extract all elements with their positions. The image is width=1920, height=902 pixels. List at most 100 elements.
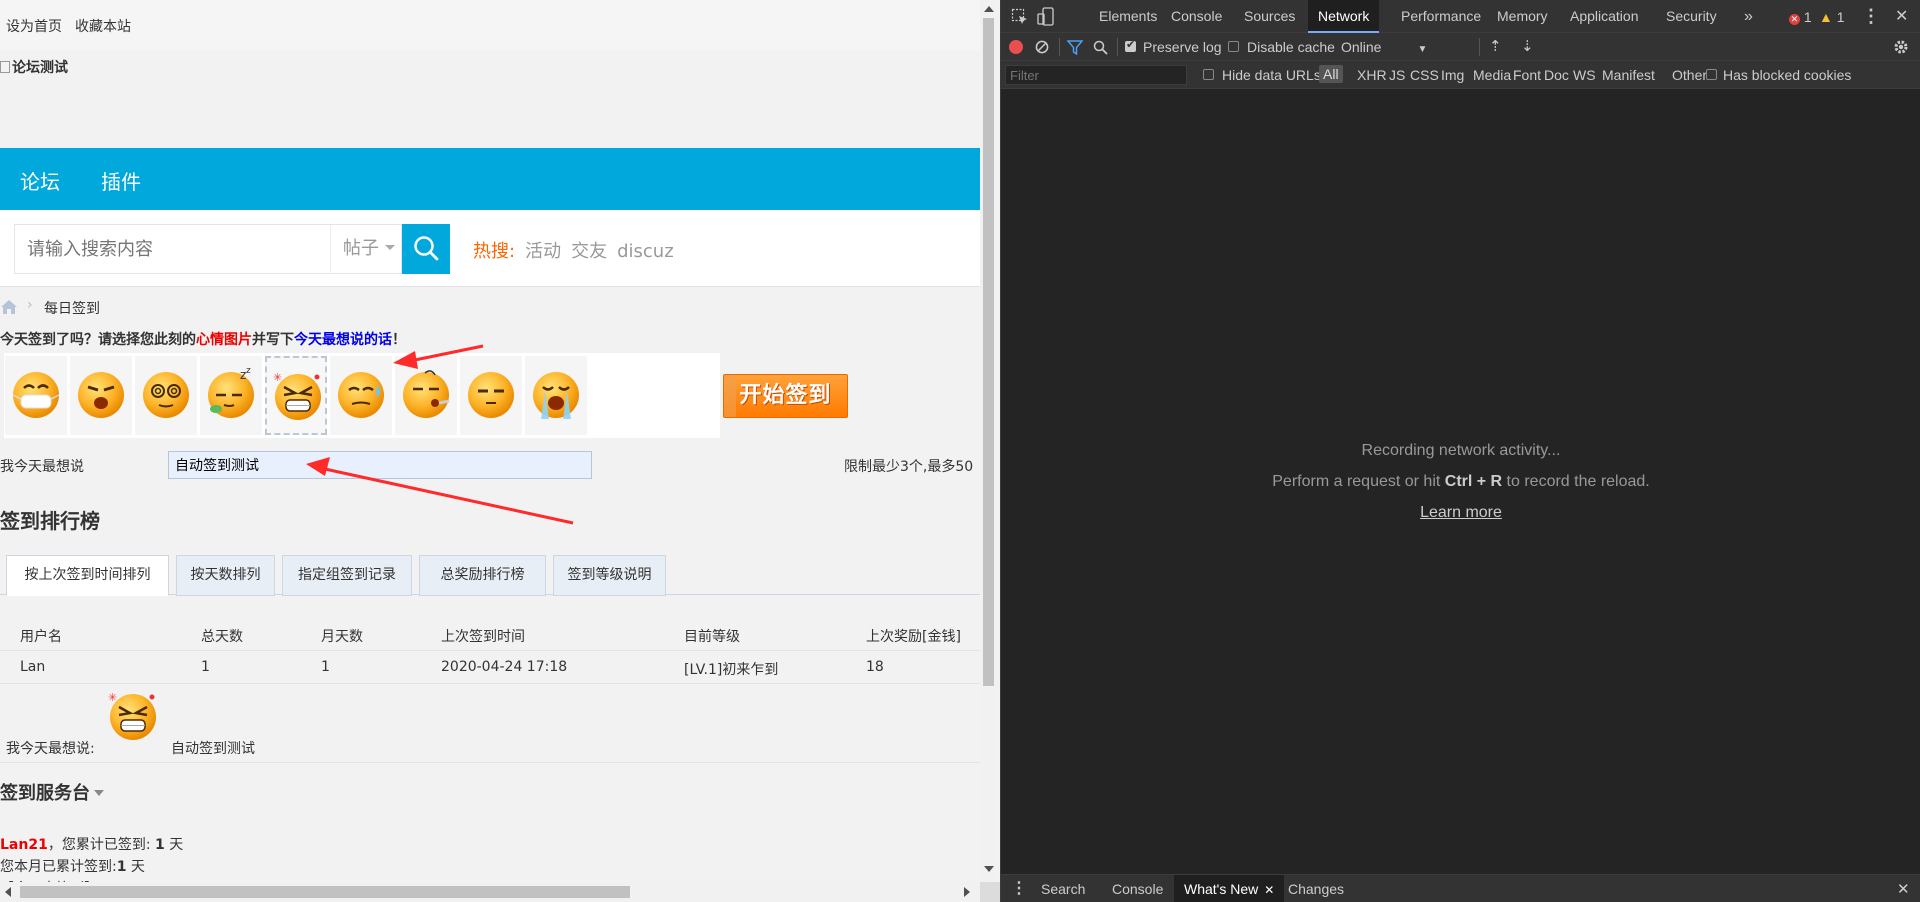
tab-by-days[interactable]: 按天数排列 [176,555,275,596]
mood-option-dizzy[interactable] [135,356,197,435]
devtools-tab-performance[interactable]: Performance [1391,0,1491,33]
service-title[interactable]: 签到服务台 [0,779,104,805]
home-icon[interactable] [0,299,18,315]
drawer-menu-icon[interactable]: ⋮ [1011,878,1027,898]
filter-type-other[interactable]: Other [1672,67,1707,83]
preserve-log-checkbox[interactable] [1125,38,1136,52]
learn-more-link[interactable]: Learn more [1001,504,1920,522]
filter-type-doc[interactable]: Doc [1544,67,1569,83]
site-logo[interactable]: 论坛测试 [0,57,68,77]
search-input[interactable] [14,224,330,274]
gear-icon[interactable] [1893,39,1909,55]
svg-text:✳: ✳ [273,371,282,384]
tab-level-info[interactable]: 签到等级说明 [553,555,666,596]
nav-item-forum[interactable]: 论坛 [20,166,60,195]
horizontal-scrollbar[interactable] [0,882,980,902]
tab-by-last-time[interactable]: 按上次签到时间排列 [6,555,169,596]
cell-username[interactable]: Lan [20,659,45,675]
say-input[interactable] [168,451,592,479]
filter-type-css[interactable]: CSS [1410,67,1439,83]
tab-total-reward[interactable]: 总奖励排行榜 [419,555,546,596]
drawer-tab-search[interactable]: Search [1031,875,1095,902]
export-har-icon[interactable]: ⇣ [1521,37,1534,55]
tired-face-icon [78,372,124,418]
hot-link-discuz[interactable]: discuz [617,241,674,262]
scroll-left-icon[interactable] [5,887,11,897]
filter-icon[interactable] [1067,40,1083,55]
more-tabs-icon[interactable]: » [1738,0,1759,33]
close-icon[interactable]: ✕ [1895,6,1908,26]
filter-type-js[interactable]: JS [1389,67,1405,83]
filter-type-manifest[interactable]: Manifest [1602,67,1655,83]
reload-hint-text: to record the reload. [1502,473,1650,490]
import-har-icon[interactable]: ⇡ [1489,37,1502,55]
mood-option-calm[interactable] [460,356,522,435]
scroll-up-icon[interactable] [984,6,994,12]
mood-option-mask[interactable] [5,356,67,435]
filter-type-img[interactable]: Img [1441,67,1464,83]
hot-link-activity[interactable]: 活动 [525,241,561,262]
cell-month-days: 1 [321,659,330,675]
filter-input[interactable] [1005,65,1187,85]
table-header: 用户名 总天数 月天数 上次签到时间 目前等级 上次奖励[金钱] [0,618,980,651]
vertical-scrollbar[interactable] [980,0,997,882]
search-icon[interactable] [1093,40,1108,55]
drawer-tab-whats-new[interactable]: What's New ✕ [1174,875,1285,902]
start-sign-button[interactable]: 开始签到 [723,374,848,418]
clear-icon[interactable] [1035,40,1049,54]
mood-option-sick[interactable] [395,356,457,435]
nav-item-plugin[interactable]: 插件 [101,166,141,195]
error-count[interactable]: ✕ 1 [1789,9,1812,25]
filter-type-ws[interactable]: WS [1573,67,1596,83]
devtools-tab-security[interactable]: Security [1656,0,1727,33]
devtools-tab-elements[interactable]: Elements [1089,0,1167,33]
devtools-tab-sources[interactable]: Sources [1234,0,1305,33]
mood-option-sweat[interactable] [330,356,392,435]
devtools-tab-memory[interactable]: Memory [1487,0,1558,33]
devtools-tab-application[interactable]: Application [1560,0,1649,33]
scroll-down-icon[interactable] [984,866,994,872]
scrollbar-thumb[interactable] [20,886,630,898]
mood-option-angry[interactable]: ✳ [265,356,327,435]
filter-type-all[interactable]: All [1319,65,1343,83]
service-username[interactable]: Lan21 [0,837,48,853]
hide-data-urls-label[interactable]: Hide data URLs [1222,67,1321,83]
bookmark-link[interactable]: 收藏本站 [75,16,131,36]
filter-type-font[interactable]: Font [1513,67,1541,83]
kebab-menu-icon[interactable]: ⋮ [1862,6,1880,27]
scrollbar-thumb[interactable] [983,18,994,686]
close-icon[interactable]: ✕ [1897,880,1910,898]
disable-cache-label[interactable]: Disable cache [1247,39,1335,55]
devtools-tab-network[interactable]: Network [1308,0,1380,33]
device-toolbar-icon[interactable] [1037,7,1055,27]
disable-cache-checkbox[interactable] [1228,41,1239,52]
today-say-label: 我今天最想说: [6,741,95,757]
tab-group-records[interactable]: 指定组签到记录 [282,555,412,596]
scroll-right-icon[interactable] [964,887,970,897]
hide-data-urls-checkbox[interactable] [1203,69,1214,80]
search-button[interactable] [402,224,450,274]
warning-count[interactable]: ▲ 1 [1819,9,1845,25]
hot-link-friends[interactable]: 交友 [571,241,607,262]
record-icon[interactable] [1009,40,1023,54]
search-type-select[interactable]: 帖子 [330,224,402,274]
toolbar-divider [1479,38,1480,56]
blocked-cookies-label[interactable]: Has blocked cookies [1723,67,1851,83]
reload-hint: Perform a request or hit Ctrl + R to rec… [1001,473,1920,491]
mood-option-crying[interactable] [525,356,587,435]
drawer-tab-changes[interactable]: Changes [1278,875,1354,902]
inspect-element-icon[interactable] [1011,8,1029,26]
throttle-value: Online [1341,39,1382,55]
blocked-cookies-checkbox[interactable] [1706,69,1717,80]
filter-type-media[interactable]: Media [1473,67,1511,83]
mood-option-tired[interactable] [70,356,132,435]
col-last-reward: 上次奖励[金钱] [866,629,961,645]
drawer-tab-console[interactable]: Console [1102,875,1173,902]
set-home-link[interactable]: 设为首页 [6,16,62,36]
mood-option-sleepy[interactable]: zz [200,356,262,435]
throttle-select[interactable]: Online ▼ [1341,39,1427,55]
devtools-tab-console[interactable]: Console [1161,0,1232,33]
preserve-log-label[interactable]: Preserve log [1143,39,1222,55]
filter-type-xhr[interactable]: XHR [1357,67,1387,83]
close-icon[interactable]: ✕ [1264,883,1274,897]
